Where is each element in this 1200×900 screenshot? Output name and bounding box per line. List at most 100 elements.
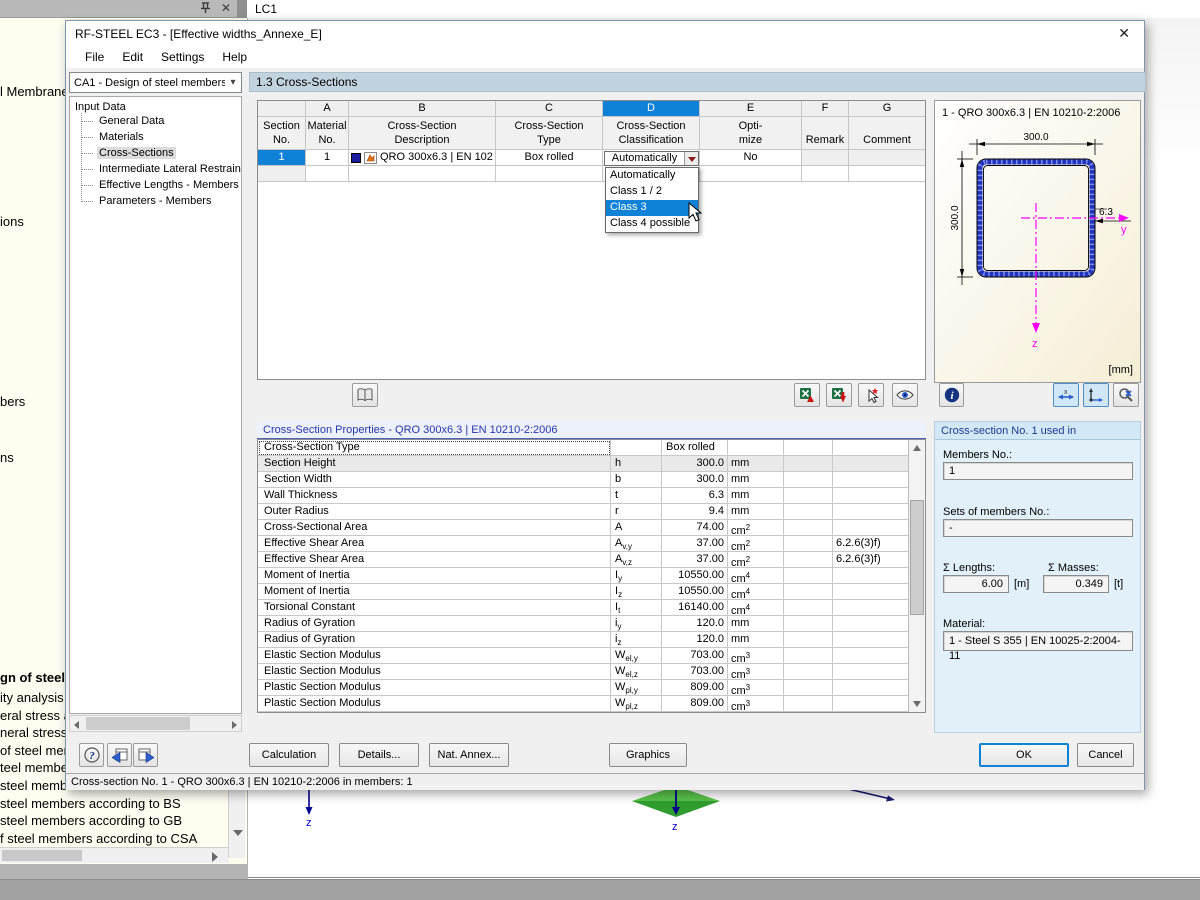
dropdown-option-class-3[interactable]: Class 3 [606, 200, 698, 216]
nav-item-general-data[interactable]: General Data [81, 113, 241, 129]
property-value[interactable]: 6.3 [662, 488, 728, 504]
property-value[interactable]: 703.00 [662, 648, 728, 664]
col-letter-g[interactable]: G [849, 101, 925, 117]
pick-button[interactable] [858, 383, 884, 407]
module-list-item[interactable]: steel members according to BS [0, 796, 247, 814]
properties-vscrollbar[interactable] [908, 440, 925, 712]
property-value[interactable]: 120.0 [662, 616, 728, 632]
row-number-cell[interactable]: 1 [258, 150, 306, 166]
module-navigator-fragment: ions [0, 214, 24, 229]
info-button[interactable]: i [939, 383, 964, 407]
property-value[interactable]: 300.0 [662, 472, 728, 488]
property-label: Radius of Gyration [258, 616, 611, 632]
masses-field[interactable]: 0.349 [1043, 575, 1109, 593]
nav-item-cross-sections[interactable]: Cross-Sections [81, 145, 241, 161]
tree-root[interactable]: Input Data [70, 97, 241, 113]
nav-item-effective-lengths-members[interactable]: Effective Lengths - Members [81, 177, 241, 193]
property-value[interactable]: 10550.00 [662, 584, 728, 600]
material-field[interactable]: 1 - Steel S 355 | EN 10025-2:2004-11 [943, 631, 1133, 662]
tab-lc1[interactable]: LC1 [255, 2, 277, 16]
property-value[interactable]: 809.00 [662, 680, 728, 696]
col-letter-e[interactable]: E [700, 101, 802, 117]
property-extra [784, 696, 833, 712]
dropdown-option-class-1-2[interactable]: Class 1 / 2 [606, 184, 698, 200]
property-extra [784, 616, 833, 632]
details-button[interactable]: Details... [339, 743, 419, 767]
module-list-item[interactable]: f steel members according to CSA [0, 831, 247, 849]
input-data-tree: Input Data General Data Materials Cross-Se… [69, 96, 242, 714]
panel-close-icon[interactable]: ✕ [221, 1, 231, 15]
tree-hscrollbar[interactable] [69, 715, 242, 732]
col-letter-f[interactable]: F [802, 101, 849, 117]
export-excel-button[interactable] [826, 383, 852, 407]
property-value[interactable]: 37.00 [662, 552, 728, 568]
property-value[interactable]: 16140.00 [662, 600, 728, 616]
axes-toggle-button[interactable] [1083, 383, 1109, 407]
help-button[interactable]: ? [79, 743, 104, 767]
property-value[interactable]: Box rolled [662, 440, 728, 456]
nav-item-materials[interactable]: Materials [81, 129, 241, 145]
view-button[interactable] [892, 383, 918, 407]
module-list-item[interactable]: steel members according to GB [0, 813, 247, 831]
svg-text:z: z [672, 821, 678, 833]
property-note [833, 520, 908, 536]
col-letter-d[interactable]: D [603, 101, 700, 117]
calculation-button[interactable]: Calculation [249, 743, 329, 767]
property-value[interactable]: 10550.00 [662, 568, 728, 584]
material-cell[interactable]: 1 [306, 150, 349, 166]
lengths-field[interactable]: 6.00 [943, 575, 1009, 593]
nav-item-intermediate-lateral-restraints[interactable]: Intermediate Lateral Restraints [81, 161, 241, 177]
previous-table-icon [111, 748, 127, 763]
type-cell[interactable]: Box rolled [496, 150, 603, 166]
menu-file[interactable]: File [76, 47, 113, 67]
properties-title: Cross-Section Properties - QRO 300x6.3 |… [257, 421, 926, 439]
property-value[interactable]: 37.00 [662, 536, 728, 552]
property-symbol: A [611, 520, 662, 536]
property-row: Torsional Constant It 16140.00 cm4 [258, 600, 925, 616]
property-value[interactable]: 809.00 [662, 696, 728, 712]
dim-width: 300.0 [1023, 132, 1048, 143]
import-excel-button[interactable] [794, 383, 820, 407]
previous-table-button[interactable] [107, 743, 132, 767]
comment-cell[interactable] [849, 150, 925, 166]
dimensions-toggle-button[interactable]: x [1053, 383, 1079, 407]
property-value[interactable]: 74.00 [662, 520, 728, 536]
close-icon[interactable]: ✕ [1118, 25, 1130, 42]
property-value[interactable]: 9.4 [662, 504, 728, 520]
cancel-button[interactable]: Cancel [1077, 743, 1134, 767]
graphics-button[interactable]: Graphics [609, 743, 687, 767]
property-note [833, 648, 908, 664]
menu-edit[interactable]: Edit [113, 47, 152, 67]
combo-dropdown-icon[interactable] [684, 152, 698, 165]
library-button[interactable] [352, 383, 378, 407]
members-field[interactable]: 1 [943, 462, 1133, 480]
nat-annex-button[interactable]: Nat. Annex... [429, 743, 509, 767]
empty-row [258, 166, 925, 182]
ok-button[interactable]: OK [979, 743, 1069, 767]
property-unit: cm4 [728, 584, 784, 600]
property-value[interactable]: 120.0 [662, 632, 728, 648]
description-text: QRO 300x6.3 | EN 102 [380, 151, 493, 163]
property-value[interactable]: 703.00 [662, 664, 728, 680]
col-letter-c[interactable]: C [496, 101, 603, 117]
design-case-combobox[interactable]: CA1 - Design of steel members ▾ [69, 72, 242, 93]
optimize-cell[interactable]: No [700, 150, 802, 166]
col-letter-b[interactable]: B [349, 101, 496, 117]
classification-combobox[interactable]: Automatically [604, 151, 699, 166]
next-table-button[interactable] [133, 743, 158, 767]
col-letter-a[interactable]: A [306, 101, 349, 117]
dropdown-option-automatically[interactable]: Automatically [606, 168, 698, 184]
pin-icon[interactable] [200, 1, 211, 14]
property-unit: cm2 [728, 520, 784, 536]
description-cell[interactable]: QRO 300x6.3 | EN 102 [349, 150, 496, 166]
masses-label: Σ Masses: [1048, 562, 1099, 574]
property-value[interactable]: 300.0 [662, 456, 728, 472]
dropdown-option-class-4-possible[interactable]: Class 4 possible [606, 216, 698, 232]
menu-help[interactable]: Help [213, 47, 256, 67]
zoom-section-button[interactable] [1113, 383, 1139, 407]
remark-cell[interactable] [802, 150, 849, 166]
nav-item-parameters-members[interactable]: Parameters - Members [81, 193, 241, 209]
sets-field[interactable]: - [943, 519, 1133, 537]
menu-settings[interactable]: Settings [152, 47, 213, 67]
navigator-hscrollbar[interactable] [0, 847, 228, 863]
